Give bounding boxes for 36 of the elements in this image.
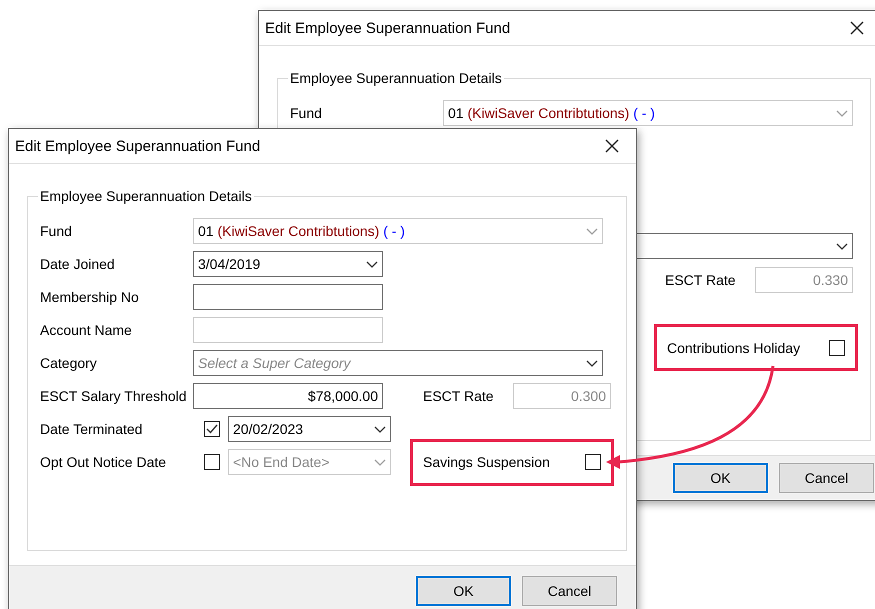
- chevron-down-icon: [836, 110, 848, 116]
- text-field[interactable]: [193, 284, 383, 310]
- field-label: Category: [40, 355, 98, 371]
- field-label: Fund: [290, 105, 323, 121]
- chevron-down-icon: [836, 242, 848, 250]
- group-title: Employee Superannuation Details: [289, 70, 503, 86]
- field-label: ESCT Rate: [423, 388, 494, 404]
- field-label: ESCT Salary Threshold: [40, 388, 188, 404]
- field-label: Account Name: [40, 322, 133, 338]
- ok-button[interactable]: OK: [416, 576, 511, 606]
- field-label: Date Terminated: [40, 421, 144, 437]
- field-label: Date Joined: [40, 256, 116, 272]
- window-title: Edit Employee Superannuation Fund: [15, 138, 260, 154]
- text-field[interactable]: $78,000.00: [193, 383, 383, 409]
- rate-field: 0.300: [513, 383, 611, 409]
- field-label: ESCT Rate: [665, 272, 736, 288]
- date-field[interactable]: 20/02/2023: [228, 416, 391, 442]
- chevron-down-icon: [374, 458, 386, 466]
- group-title: Employee Superannuation Details: [39, 188, 253, 204]
- cancel-button[interactable]: Cancel: [779, 463, 874, 493]
- checkbox-label: Contributions Holiday: [667, 340, 800, 356]
- cancel-button[interactable]: Cancel: [522, 576, 617, 606]
- window-title: Edit Employee Superannuation Fund: [265, 20, 510, 36]
- chevron-down-icon: [586, 228, 598, 234]
- rate-field: 0.330: [755, 267, 853, 293]
- ok-button[interactable]: OK: [673, 463, 768, 493]
- checkbox[interactable]: [829, 340, 845, 356]
- chevron-down-icon: [366, 260, 378, 268]
- field-label: Membership No: [40, 289, 140, 305]
- field-label: Fund: [40, 223, 73, 239]
- chevron-down-icon: [586, 360, 598, 366]
- chevron-down-icon: [374, 426, 386, 432]
- field-label: Opt Out Notice Date: [40, 454, 168, 470]
- date-field[interactable]: 3/04/2019: [193, 251, 383, 277]
- checkbox[interactable]: [204, 421, 220, 437]
- checkbox-label: Savings Suspension: [423, 454, 550, 470]
